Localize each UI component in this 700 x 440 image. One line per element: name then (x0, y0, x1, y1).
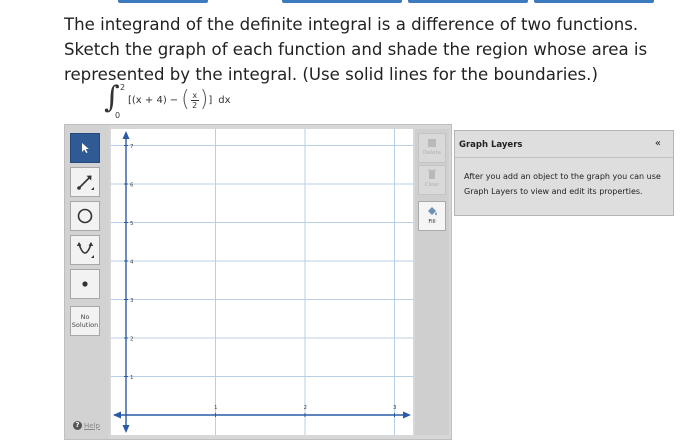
graph-layers-title: Graph Layers (459, 140, 523, 150)
drawing-toolbar: No Solution ? Help (65, 125, 109, 439)
graphing-widget: No Solution ? Help 7 6 5 4 3 2 1 1 2 3 Delete Cle… (64, 124, 452, 440)
y-tick-label: 2 (130, 337, 134, 343)
fill-button[interactable]: Fill (418, 201, 446, 231)
y-tick-label: 4 (130, 260, 134, 266)
graph-layers-header: Graph Layers « (455, 131, 673, 158)
tab-indicator (408, 0, 528, 3)
dx-label: dx (218, 94, 231, 106)
x-tick-label: 3 (393, 405, 397, 411)
line-tool-button[interactable] (70, 167, 100, 197)
clear-button[interactable]: Clear (418, 165, 446, 195)
tab-indicator (534, 0, 654, 3)
y-tick-label: 5 (130, 221, 134, 227)
parabola-icon (76, 242, 94, 258)
integral-sign: ∫ (104, 80, 120, 115)
circle-tool-button[interactable] (70, 201, 100, 231)
y-tick-label: 7 (130, 144, 134, 150)
x-axis-arrow-left (113, 411, 121, 419)
integrand: [ (x + 4) − ( x 2 ) ] dx (128, 87, 231, 112)
y-tick-label: 3 (130, 298, 134, 304)
bracket-close: ] (208, 94, 213, 106)
top-strip (0, 0, 700, 6)
x-axis-arrow-right (403, 411, 411, 419)
paint-bucket-icon (428, 207, 437, 216)
grid-lines (111, 129, 413, 435)
fill-label: Fill (428, 219, 436, 225)
trash-icon (428, 169, 436, 179)
y-axis-arrow-up (122, 131, 130, 139)
help-label: Help (84, 421, 100, 430)
collapse-icon[interactable]: « (655, 138, 661, 149)
select-tool-button[interactable] (70, 133, 100, 163)
point-tool-button[interactable] (70, 269, 100, 299)
arrow-pointer-icon (82, 143, 89, 153)
integrand-term-1: (x + 4) (131, 94, 167, 106)
minus-sign: − (169, 94, 179, 106)
y-tick-label: 6 (130, 183, 134, 189)
graph-grid: 7 6 5 4 3 2 1 1 2 3 (111, 129, 413, 435)
x-tick-label: 2 (304, 405, 308, 411)
parabola-tool-button[interactable] (70, 235, 100, 265)
tab-indicator (282, 0, 402, 3)
clear-label: Clear (424, 182, 440, 188)
delete-button[interactable]: Delete (418, 133, 446, 163)
fraction-numerator: x (192, 90, 198, 100)
axes (113, 131, 411, 433)
graph-canvas[interactable]: 7 6 5 4 3 2 1 1 2 3 (111, 129, 413, 435)
right-toolbar: Delete Clear Fill (415, 129, 449, 435)
tab-indicator (118, 0, 208, 3)
fraction: x 2 (190, 90, 199, 110)
point-icon (82, 281, 88, 287)
x-tick-label: 1 (214, 405, 218, 411)
circle-icon (77, 208, 93, 224)
no-solution-button[interactable]: No Solution (70, 306, 100, 336)
integral-lower-limit: 0 (115, 111, 121, 120)
delete-icon (428, 139, 436, 147)
y-axis-arrow-down (122, 425, 130, 433)
line-segment-icon (77, 175, 94, 190)
fraction-denominator: 2 (192, 100, 198, 110)
integral-upper-limit: 2 (120, 83, 126, 92)
graph-layers-message: After you add an object to the graph you… (464, 172, 661, 196)
delete-label: Delete (422, 150, 442, 156)
help-link[interactable]: ? Help (73, 421, 100, 430)
help-icon: ? (73, 421, 82, 430)
question-text: The integrand of the definite integral i… (64, 15, 648, 84)
graph-layers-panel: Graph Layers « After you add an object t… (454, 130, 674, 216)
y-tick-label: 1 (130, 375, 134, 381)
